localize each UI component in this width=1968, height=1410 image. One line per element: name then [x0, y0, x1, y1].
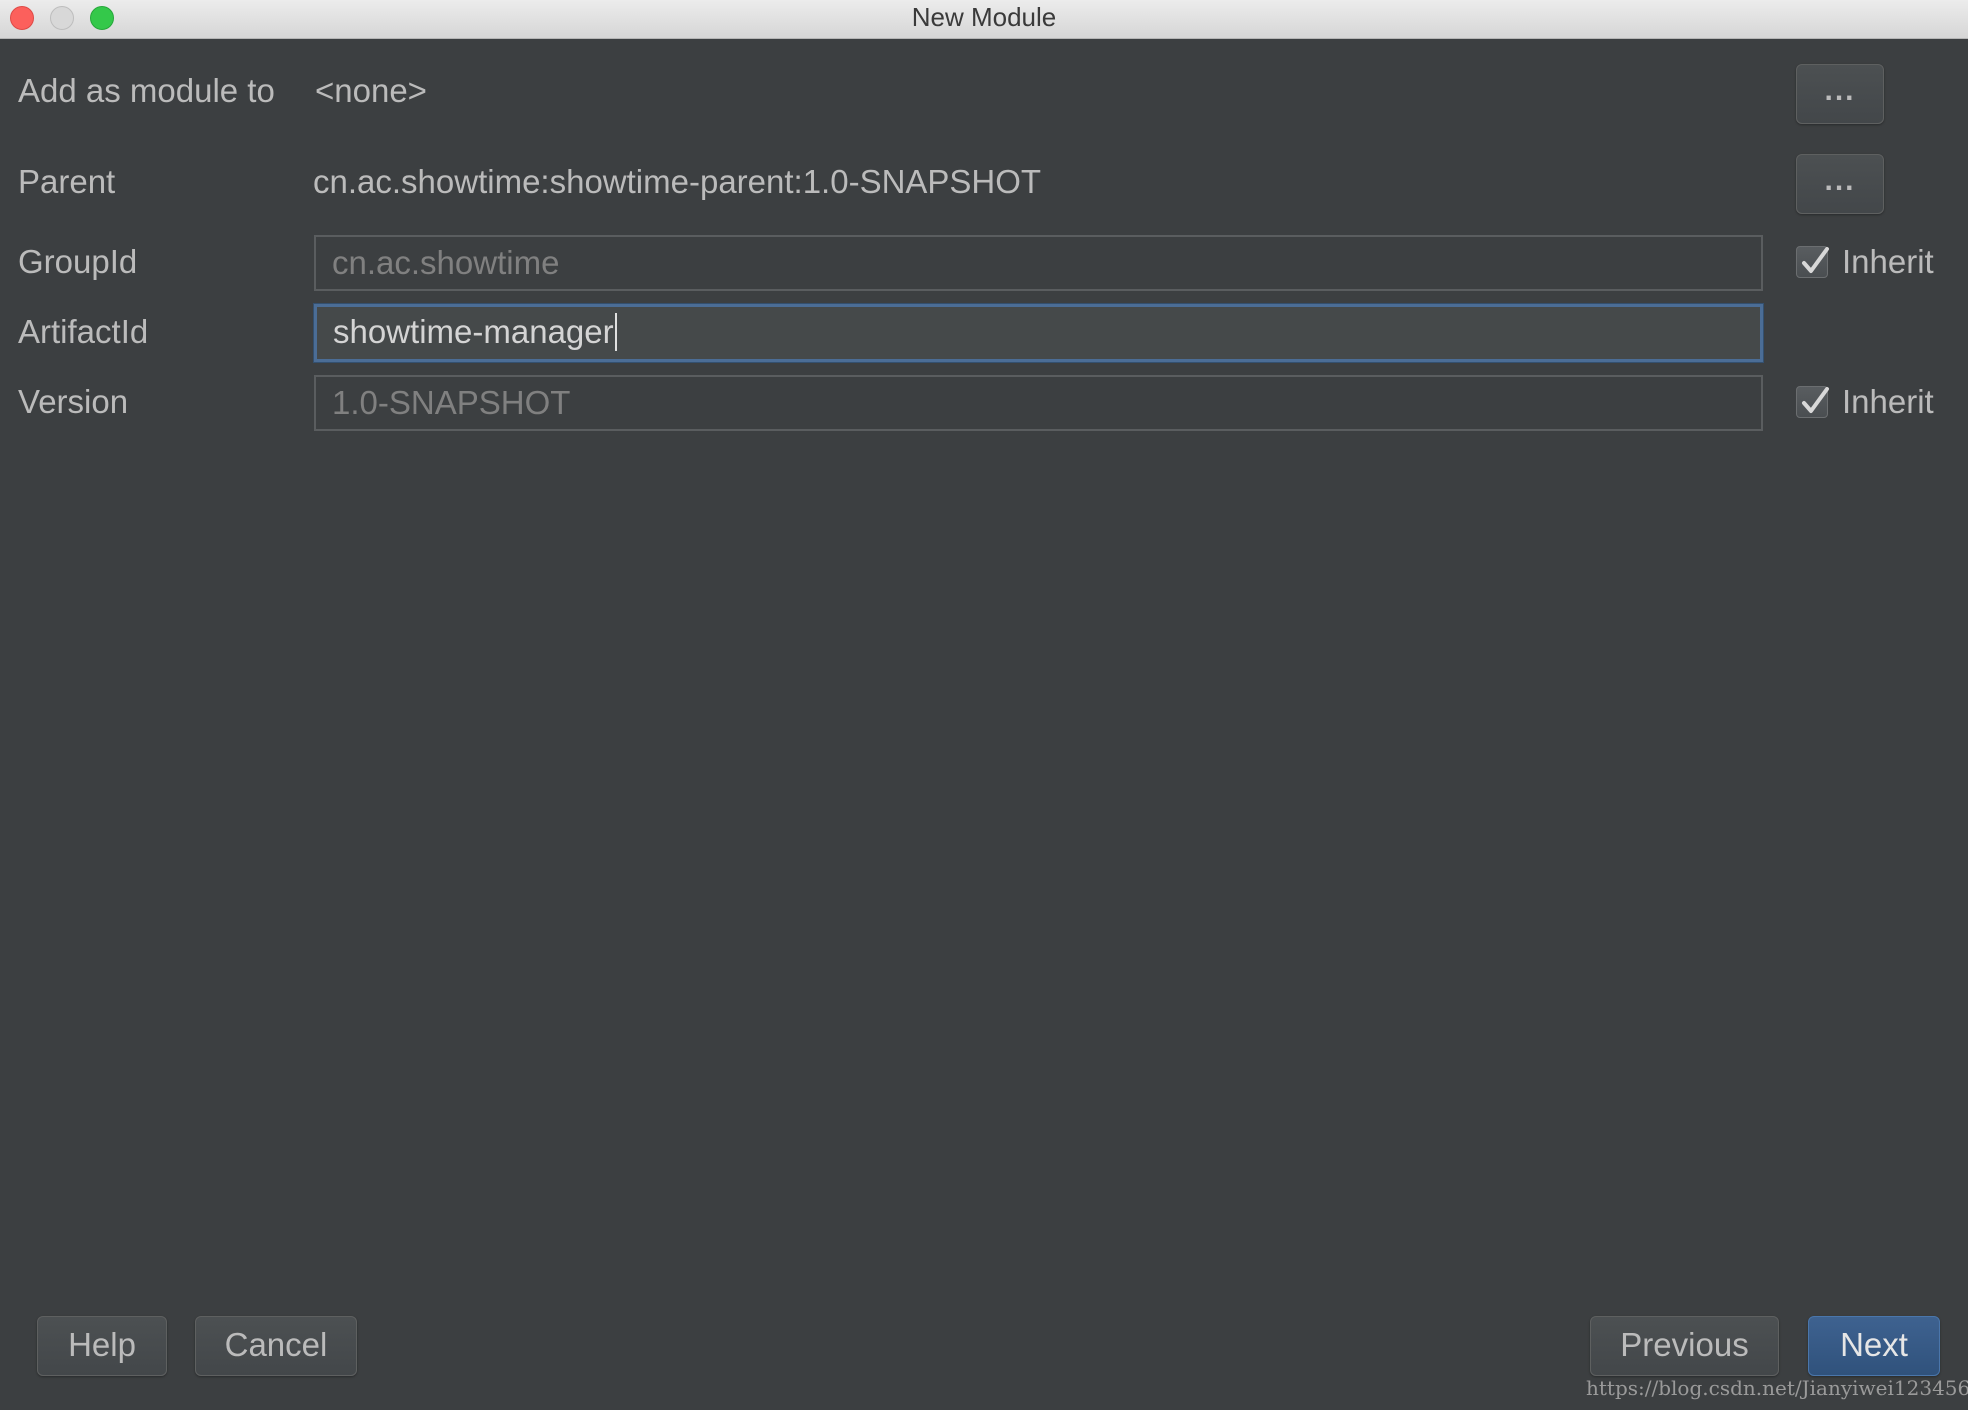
checkmark-icon — [1802, 387, 1829, 413]
cancel-button[interactable]: Cancel — [195, 1316, 357, 1376]
group-id-field[interactable]: cn.ac.showtime — [314, 235, 1763, 291]
checkmark-icon — [1802, 247, 1829, 273]
group-id-inherit-label: Inherit — [1842, 243, 1934, 280]
browse-module-button[interactable]: ... — [1796, 64, 1884, 124]
new-module-dialog: New Module Add as module to <none> ... P… — [0, 0, 1968, 1410]
group-id-inherit[interactable]: Inherit — [1796, 242, 1934, 282]
artifact-id-field[interactable]: showtime-manager — [314, 304, 1763, 362]
text-caret — [614, 313, 617, 352]
version-inherit-checkbox[interactable] — [1796, 386, 1829, 418]
parent-value: cn.ac.showtime:showtime-parent:1.0-SNAPS… — [313, 163, 1042, 200]
browse-parent-button[interactable]: ... — [1796, 154, 1884, 214]
parent-label: Parent — [18, 163, 116, 200]
version-label: Version — [18, 383, 129, 420]
add-as-module-value: <none> — [315, 72, 427, 109]
help-button[interactable]: Help — [37, 1316, 167, 1376]
artifact-id-label: ArtifactId — [18, 313, 149, 350]
next-button[interactable]: Next — [1808, 1316, 1940, 1376]
watermark-text: https://blog.csdn.net/Jianyiwei123456 — [1586, 1376, 1968, 1400]
group-id-inherit-checkbox[interactable] — [1796, 246, 1829, 278]
window-title: New Module — [911, 2, 1057, 32]
version-field[interactable]: 1.0-SNAPSHOT — [314, 375, 1763, 431]
previous-button[interactable]: Previous — [1590, 1316, 1779, 1376]
title-bar: New Module — [0, 0, 1968, 39]
artifact-id-value: showtime-manager — [333, 313, 614, 350]
add-as-module-label: Add as module to — [18, 72, 275, 109]
version-inherit[interactable]: Inherit — [1796, 382, 1934, 422]
group-id-label: GroupId — [18, 243, 138, 280]
version-inherit-label: Inherit — [1842, 383, 1934, 420]
